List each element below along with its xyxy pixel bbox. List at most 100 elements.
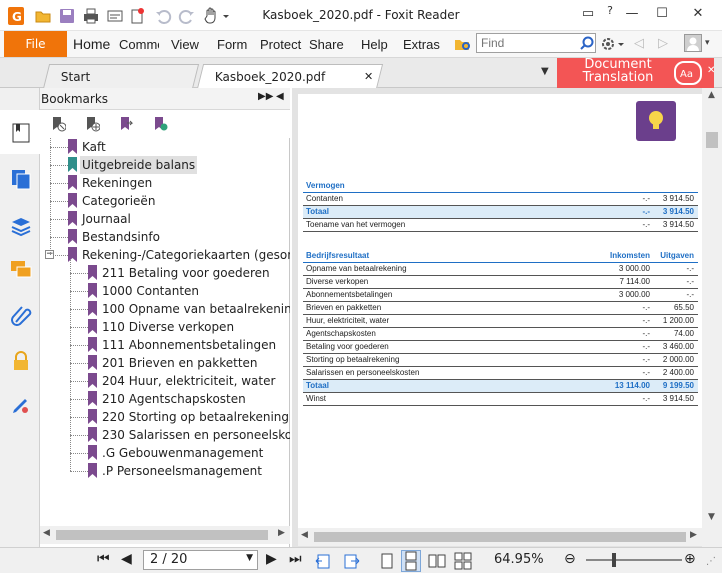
menu-comment[interactable]: Comme: [119, 37, 159, 52]
bookmark-ribbon-icon: [68, 157, 77, 172]
doc-horizontal-thumb[interactable]: [314, 532, 686, 542]
row-value-1: -.-: [642, 394, 650, 403]
bookmark-ribbon-icon: [68, 229, 77, 244]
resize-grip-icon[interactable]: ⋰: [706, 556, 716, 567]
menu-view[interactable]: View: [171, 37, 199, 52]
translation-magnifier-icon: Aa: [674, 61, 702, 85]
bookmarks-horizontal-scrollbar[interactable]: ◀ ▶: [40, 526, 290, 544]
attachments-paperclip-icon[interactable]: [10, 304, 32, 329]
row-value-1: 3 000.00: [618, 264, 650, 273]
menu-help[interactable]: Help: [361, 37, 388, 52]
comments-icon[interactable]: [10, 259, 32, 284]
close-icon[interactable]: ✕: [688, 6, 708, 21]
previous-view-icon[interactable]: [315, 552, 333, 570]
layers-icon[interactable]: [10, 215, 32, 240]
settings-gear-icon[interactable]: [600, 35, 626, 53]
tree-connector: [70, 471, 88, 472]
previous-page-icon[interactable]: ◀: [121, 551, 132, 567]
previous-result-icon[interactable]: ◁: [634, 36, 644, 51]
user-dropdown-icon[interactable]: ▾: [705, 38, 710, 48]
row-value-1: -.-: [642, 368, 650, 377]
minimize-icon[interactable]: —: [622, 6, 642, 21]
lightbulb-tip-icon[interactable]: [636, 101, 676, 141]
page-dropdown-icon[interactable]: ▼: [246, 553, 253, 563]
tab-list-dropdown-icon[interactable]: ▼: [541, 66, 549, 77]
bookmark-label: 201 Brieven en pakketten: [102, 356, 258, 370]
bookmarks-page-icon: [12, 123, 30, 143]
bookmark-ribbon-icon: [88, 337, 97, 352]
find-folder-icon[interactable]: [454, 35, 472, 53]
tab-kasboek[interactable]: Kasboek_2020.pdf: [196, 64, 384, 89]
row-value-1: -.-: [642, 316, 650, 325]
table-row: Contanten -.- 3 914.50: [303, 193, 698, 206]
tree-connector: [50, 237, 68, 238]
pages-thumbnail-icon[interactable]: [10, 168, 32, 193]
close-tab-icon[interactable]: ✕: [364, 70, 373, 83]
document-translation-button[interactable]: Document Translation Aa ✕: [557, 58, 715, 88]
collapse-panel-icon[interactable]: ◀: [276, 91, 284, 102]
ribbon-menu-bar: File Home Comme View Form Protect Share …: [0, 31, 722, 58]
zoom-slider-thumb[interactable]: [612, 553, 616, 567]
facing-pages-icon[interactable]: [428, 552, 446, 570]
tree-connector: [50, 165, 68, 166]
doc-scroll-right-icon[interactable]: ▶: [690, 530, 697, 540]
security-lock-icon[interactable]: [10, 350, 32, 375]
vertical-scroll-thumb[interactable]: [706, 132, 718, 148]
bookmark-ribbon-icon: [88, 463, 97, 478]
row-value-1: 7 114.00: [619, 277, 650, 286]
find-input[interactable]: [476, 33, 596, 53]
tree-connector: [50, 183, 68, 184]
scroll-left-icon[interactable]: ◀: [43, 528, 50, 538]
next-page-icon[interactable]: ▶: [266, 551, 277, 567]
doc-scroll-left-icon[interactable]: ◀: [301, 530, 308, 540]
translation-close-icon[interactable]: ✕: [707, 64, 715, 77]
menu-protect[interactable]: Protect: [260, 37, 301, 52]
zoom-out-icon[interactable]: ⊖: [564, 551, 576, 567]
zoom-slider[interactable]: [586, 559, 682, 561]
scroll-down-icon[interactable]: ▼: [708, 512, 715, 522]
window-icons-icon[interactable]: ▭: [578, 6, 598, 21]
continuous-page-icon[interactable]: [401, 550, 421, 572]
bookmark-label: Rekeningen: [82, 176, 153, 190]
scroll-right-icon[interactable]: ▶: [278, 528, 285, 538]
search-icon[interactable]: [579, 35, 595, 51]
help-icon[interactable]: ?: [600, 4, 620, 17]
row-value-1: -.-: [642, 329, 650, 338]
bookmark-ribbon-icon: [68, 211, 77, 226]
find-current-bookmark-icon[interactable]: [152, 116, 168, 135]
menu-extras[interactable]: Extras: [403, 37, 440, 52]
bookmark-label: 211 Betaling voor goederen: [102, 266, 270, 280]
next-view-icon[interactable]: [342, 552, 360, 570]
single-page-icon[interactable]: [378, 552, 396, 570]
document-horizontal-scrollbar[interactable]: ◀ ▶: [298, 528, 702, 546]
tree-connector: [70, 345, 88, 346]
user-avatar-icon[interactable]: [684, 34, 702, 52]
signature-pen-icon[interactable]: [10, 394, 32, 419]
zoom-level[interactable]: 64.95%: [494, 552, 544, 567]
first-page-icon[interactable]: ⏮: [97, 551, 110, 567]
file-menu-button[interactable]: File: [4, 31, 67, 57]
last-page-icon[interactable]: ⏭: [289, 551, 302, 567]
continuous-facing-icon[interactable]: [454, 552, 472, 570]
row-label: Diverse verkopen: [306, 277, 369, 286]
menu-home[interactable]: Home: [73, 36, 110, 52]
horizontal-scroll-thumb[interactable]: [56, 530, 268, 540]
delete-bookmark-icon[interactable]: [50, 116, 67, 135]
navigation-sidebar: [0, 88, 40, 547]
menu-form[interactable]: Form: [217, 37, 247, 52]
document-vertical-scrollbar[interactable]: ▲ ▼: [702, 88, 722, 547]
expand-panel-icon[interactable]: ▶▶: [258, 91, 273, 102]
maximize-icon[interactable]: ☐: [652, 6, 672, 21]
table-row: Brieven en pakketten -.- 65.50: [303, 302, 698, 315]
tab-start[interactable]: Start: [42, 64, 200, 89]
sidebar-bookmarks-tab[interactable]: [0, 110, 40, 154]
zoom-in-icon[interactable]: ⊕: [684, 551, 696, 567]
next-result-icon[interactable]: ▷: [658, 36, 668, 51]
add-bookmark-icon[interactable]: [84, 116, 101, 135]
menu-share[interactable]: Share: [309, 37, 344, 52]
scroll-up-icon[interactable]: ▲: [708, 90, 715, 100]
page-number-select[interactable]: 2 / 20 ▼: [143, 550, 258, 570]
row-value-1: -.-: [642, 342, 650, 351]
move-bookmark-icon[interactable]: [118, 116, 134, 135]
table-row: Diverse verkopen 7 114.00 -.-: [303, 276, 698, 289]
